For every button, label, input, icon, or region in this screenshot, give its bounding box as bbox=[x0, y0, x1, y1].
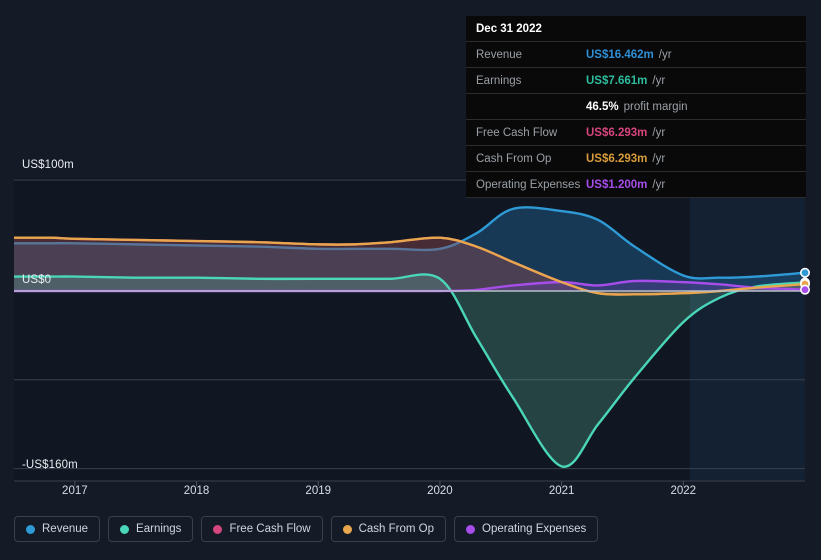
tooltip-row-value: 46.5% bbox=[586, 100, 619, 113]
tooltip-date: Dec 31 2022 bbox=[476, 23, 542, 35]
x-tick-label-2018: 2018 bbox=[183, 485, 210, 497]
legend-item-label: Earnings bbox=[136, 523, 182, 535]
tooltip-row-value: US$7.661m bbox=[586, 74, 648, 87]
tooltip-row-unit: /yr bbox=[652, 126, 666, 139]
legend-item-cash-from-op[interactable]: Cash From Op bbox=[330, 516, 447, 542]
tooltip-row-earnings: Earnings US$7.661m/yr bbox=[466, 67, 806, 93]
legend-color-dot bbox=[342, 524, 352, 534]
chart-legend: Revenue Earnings Free Cash Flow Cash From O… bbox=[14, 516, 599, 542]
legend-item-label: Revenue bbox=[42, 523, 89, 535]
legend-color-dot bbox=[120, 524, 130, 534]
plot-background bbox=[14, 178, 805, 481]
legend-color-dot bbox=[466, 524, 476, 534]
legend-item-label: Free Cash Flow bbox=[229, 523, 311, 535]
forecast-band bbox=[690, 178, 805, 481]
legend-item-label: Operating Expenses bbox=[482, 523, 587, 535]
tooltip-row-unit: /yr bbox=[658, 48, 672, 61]
tooltip-row-value: US$1.200m bbox=[586, 178, 648, 191]
tooltip-row-value: US$6.293m bbox=[586, 152, 648, 165]
tooltip-row-label: Free Cash Flow bbox=[476, 126, 558, 139]
tooltip-row-revenue: Revenue US$16.462m/yr bbox=[466, 41, 806, 67]
tooltip-row-value: US$6.293m bbox=[586, 126, 648, 139]
tooltip-row-label bbox=[476, 101, 586, 113]
endpoint-markers bbox=[799, 267, 810, 295]
x-tick-label-2020: 2020 bbox=[427, 485, 453, 497]
legend-item-label: Cash From Op bbox=[358, 523, 435, 535]
legend-color-dot bbox=[213, 524, 223, 534]
endpoint-marker-revenue bbox=[799, 267, 810, 278]
x-axis-ticks bbox=[74, 481, 684, 486]
tooltip-row-profit-margin: 46.5% profit margin bbox=[466, 93, 806, 119]
x-tick-label-2017: 2017 bbox=[62, 485, 88, 497]
tooltip-row-label: Operating Expenses bbox=[476, 178, 581, 191]
tooltip-rows: Revenue US$16.462m/yr Earnings US$7.661m/yr… bbox=[466, 41, 806, 198]
financial-performance-chart: US$100m US$0 -US$160m 2017 2018 2019 2020 20… bbox=[0, 0, 821, 560]
legend-item-earnings[interactable]: Earnings bbox=[108, 516, 194, 542]
tooltip-row-free-cash-flow: Free Cash Flow US$6.293m/yr bbox=[466, 119, 806, 145]
legend-item-revenue[interactable]: Revenue bbox=[14, 516, 101, 542]
tooltip-row-label: Earnings bbox=[476, 74, 522, 87]
x-tick-label-2021: 2021 bbox=[548, 485, 575, 497]
tooltip-row-unit: /yr bbox=[652, 152, 666, 165]
tooltip-row-value: US$16.462m bbox=[586, 48, 654, 61]
tooltip-row-unit: profit margin bbox=[623, 100, 688, 113]
tooltip-row-cash-from-op: Cash From Op US$6.293m/yr bbox=[466, 145, 806, 171]
tooltip-row-unit: /yr bbox=[652, 178, 666, 191]
tooltip-row-operating-expenses: Operating Expenses US$1.200m/yr bbox=[466, 171, 806, 198]
y-axis-bottom-label: -US$160m bbox=[22, 459, 78, 471]
data-tooltip: Dec 31 2022 Revenue US$16.462m/yr Earnings… bbox=[466, 16, 806, 198]
y-axis-top-label: US$100m bbox=[22, 159, 74, 171]
tooltip-row-label: Cash From Op bbox=[476, 152, 552, 165]
tooltip-row-label: Revenue bbox=[476, 48, 523, 61]
x-tick-label-2022: 2022 bbox=[670, 485, 697, 497]
y-axis-zero-label: US$0 bbox=[22, 274, 52, 286]
endpoint-marker-operating-expenses bbox=[799, 284, 810, 295]
legend-color-dot bbox=[26, 524, 35, 534]
x-tick-label-2019: 2019 bbox=[305, 485, 332, 497]
legend-item-free-cash-flow[interactable]: Free Cash Flow bbox=[201, 516, 323, 542]
tooltip-row-unit: /yr bbox=[652, 74, 666, 87]
legend-item-operating-expenses[interactable]: Operating Expenses bbox=[454, 516, 599, 542]
